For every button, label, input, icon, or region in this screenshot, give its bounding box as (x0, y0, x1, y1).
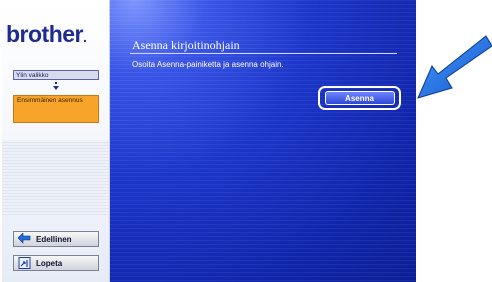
install-button[interactable]: Asenna (324, 91, 395, 105)
main-content: Asenna kirjoitinohjain Osoita Asenna-pai… (110, 0, 416, 282)
brand-logo-text: brother (6, 21, 84, 47)
back-button-label: Edellinen (36, 234, 72, 244)
pointer-arrow-icon (417, 35, 492, 99)
back-button[interactable]: Edellinen (13, 231, 99, 247)
page-title: Asenna kirjoitinohjain (132, 38, 240, 52)
chevron-down-icon (53, 82, 59, 90)
quit-button[interactable]: Lopeta (13, 255, 99, 271)
sidebar-item-label: Ensimmäinen asennus (17, 97, 83, 104)
sidebar-decoration (2, 140, 109, 215)
sidebar: brother. Ylin valikko Ensimmäinen asennu… (2, 0, 110, 282)
sidebar-item-label: Ylin valikko (16, 72, 49, 79)
installer-window: brother. Ylin valikko Ensimmäinen asennu… (2, 0, 416, 282)
brand-logo: brother. (6, 21, 87, 48)
back-arrow-icon (18, 233, 32, 245)
sidebar-item-first-install[interactable]: Ensimmäinen asennus (13, 95, 99, 123)
brand-logo-dot: . (83, 29, 87, 45)
title-divider (130, 53, 397, 54)
instruction-text: Osoita Asenna-painiketta ja asenna ohjai… (132, 60, 284, 69)
quit-button-label: Lopeta (36, 258, 63, 268)
sidebar-item-main-menu[interactable]: Ylin valikko (13, 70, 99, 80)
install-button-highlight: Asenna (318, 86, 401, 110)
exit-door-icon (18, 257, 32, 269)
